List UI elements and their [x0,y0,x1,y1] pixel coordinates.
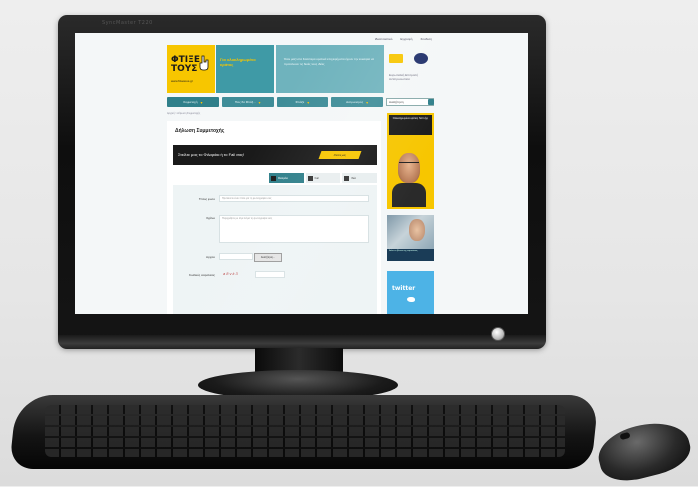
tagline-box: Για ολοκληρωμένο κράτος [216,45,274,93]
chevron-down-icon: ▾ [200,99,203,105]
captcha-input[interactable] [255,271,285,278]
sponsor-logo[interactable] [389,54,403,63]
browse-button[interactable]: Αναζήτηση... [254,253,282,262]
upload-path-input[interactable] [219,253,253,260]
search-input[interactable]: Αναζήτηση [386,98,434,106]
mouse[interactable] [593,414,695,487]
search-button[interactable] [428,99,434,105]
nav-item-label: Φτιάξε [295,100,305,104]
chevron-down-icon: ▾ [366,99,369,105]
tab-label: Φιλαράκι [278,176,288,180]
topbar-link[interactable]: Εγγραφή [400,37,412,41]
ad-person-face [398,153,420,183]
nav-item-label: Συμμετοχή [183,100,198,104]
monitor-chin [58,335,546,349]
tab-fail[interactable]: Fail [305,173,341,183]
captcha-label: Κωδικός ασφαλείας [188,273,215,277]
ad-video-person [409,219,425,241]
twitter-widget[interactable]: twitter [387,271,434,314]
video-icon [344,175,350,181]
entry-form: Τίτλος φωτο Προτείνετε έναν τίτλο για τη… [173,185,377,314]
topbar-link[interactable]: Ιδεοπλαστικό [375,37,393,41]
nav-item-how[interactable]: Πώς θα Φτιάξ... ▾ [221,97,274,107]
tagline: Για ολοκληρωμένο κράτος [220,57,256,67]
site-logo[interactable]: ΦΤΙΞΕ ΤΟΥΣ www.ftixetous.gr [167,45,215,93]
title-field[interactable]: Προτείνετε έναν τίτλο για τη φωτογραφία … [219,195,369,202]
page-title: Δήλωση Συμμετοχής [175,128,225,134]
tab-idea[interactable]: Ιδέα [342,173,378,183]
monitor-screen: Ιδεοπλαστικό Εγγραφή Σύνδεση ΦΤΙΞΕ ΤΟΥΣ … [75,33,528,314]
browse-button-label: Αναζήτηση... [260,256,276,259]
tab-label: Ιδέα [351,176,356,180]
topbar-link[interactable]: Σύνδεση [420,37,432,41]
promo-text: Στείλτε μας το Φιλαράκι ή το Fail σας! [178,152,245,157]
chevron-down-icon: ▾ [258,99,261,105]
promo-badge[interactable]: Στείλτε μας [318,151,362,159]
chevron-down-icon: ▾ [307,99,310,105]
monitor-brand-label: SyncMaster T220 [102,20,153,26]
tab-friend[interactable]: Φιλαράκι [269,173,304,183]
promo-badge-label: Στείλτε μας [333,153,347,157]
sidebar-ad-campaign[interactable]: Ολοκληρωμένο κράτος Γιατί όχι; [387,113,434,209]
hero-box: Όλοι μαζί στα Καλύτερα κρατικά επιχειρήμ… [276,45,384,93]
main-nav: Συμμετοχή ▾ Πώς θα Φτιάξ... ▾ Φτιάξε ▾ Δ… [167,97,383,107]
tab-label: Fail [314,176,319,180]
breadcrumb[interactable]: Αρχική > Δήλωση Συμμετοχής [167,112,200,115]
sponsor-logo[interactable] [414,53,428,64]
entry-type-tabs: Φιλαράκι Fail Ιδέα [269,173,378,183]
sidebar-ad-video[interactable]: Δείτε το βίντεο της καμπάνιας [387,215,434,261]
site-topbar: Ιδεοπλαστικό Εγγραφή Σύνδεση [167,35,432,42]
twitter-bird-icon [407,297,415,302]
camera-icon [271,175,276,181]
nav-item-label: Πώς θα Φτιάξ... [234,100,256,104]
nav-item-contest[interactable]: Διαγωνισμός ▾ [331,97,383,107]
promo-banner: Στείλτε μας το Φιλαράκι ή το Fail σας! Σ… [173,145,377,165]
logo-subtext: www.ftixetous.gr [171,79,193,83]
nav-item-label: Διαγωνισμός [346,100,364,104]
hand-pointer-icon [199,55,209,71]
title-field-label: Τίτλος φωτο [198,197,215,201]
comment-field-label: Σχόλιο [206,216,215,220]
nav-item-participation[interactable]: Συμμετοχή ▾ [167,97,219,107]
sponsor-text: Ευρωπαϊκή Επιτροπή Αντιπροσωπεία [389,73,419,81]
power-button[interactable] [491,327,505,341]
ad-headline: Ολοκληρωμένο κράτος Γιατί όχι; [389,115,432,135]
hero-text: Όλοι μαζί στα Καλύτερα κρατικά επιχειρήμ… [284,57,375,66]
ad-person-glasses [399,162,419,167]
captcha-image: a8vk3 [223,271,239,276]
keyboard-keys[interactable] [45,405,565,457]
ad-video-caption: Δείτε το βίντεο της καμπάνιας [387,249,434,261]
nav-item-fix[interactable]: Φτιάξε ▾ [276,97,329,107]
comment-field[interactable]: Περιγράψτε με λίγα λόγια τη φωτογραφία σ… [219,215,369,243]
ad-person-body [392,183,426,207]
upload-label: Αρχείο [206,255,215,259]
twitter-logo: twitter [392,285,416,292]
main-content: Δήλωση Συμμετοχής Στείλτε μας το Φιλαράκ… [167,121,381,314]
text-icon [307,175,313,181]
